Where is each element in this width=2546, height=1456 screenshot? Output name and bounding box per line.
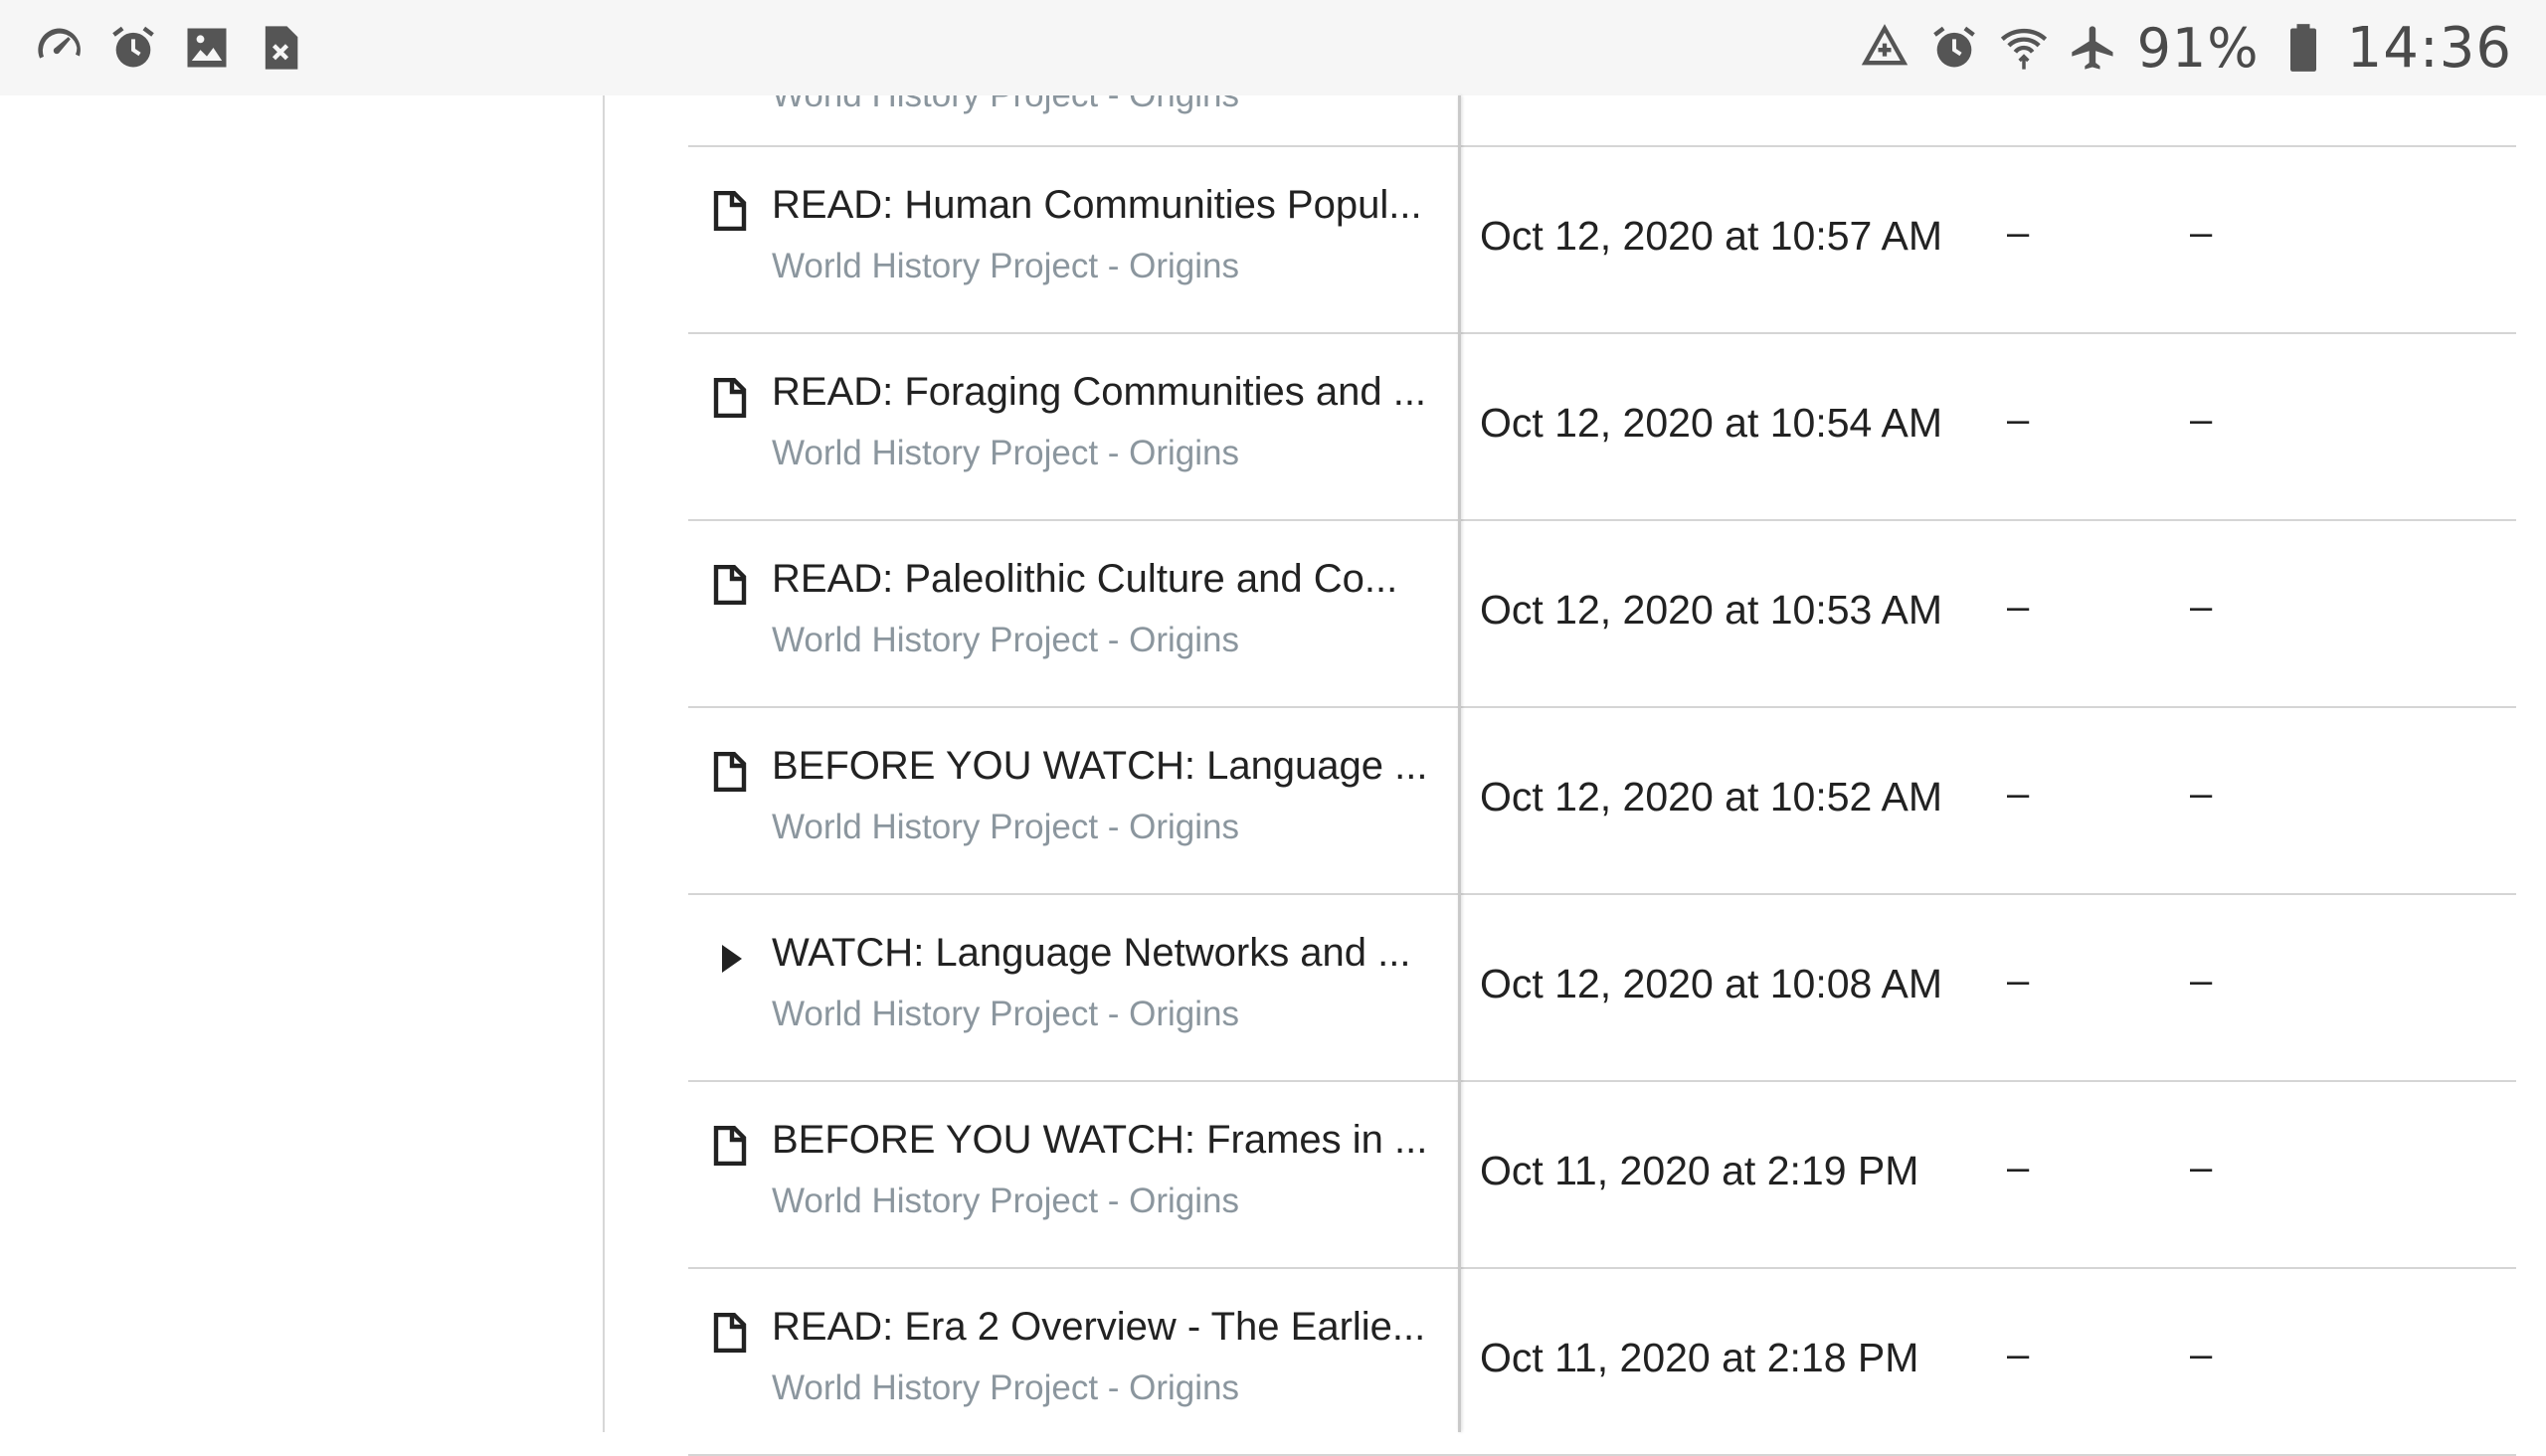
- table-row-partial[interactable]: World History Project - Origins: [688, 95, 2516, 147]
- row-value: –: [2007, 959, 2030, 1002]
- row-date: Oct 12, 2020 at 10:52 AM: [1480, 774, 1942, 819]
- row-title[interactable]: BEFORE YOU WATCH: Frames in ...: [772, 1118, 1458, 1163]
- document-icon: [712, 1312, 748, 1354]
- document-icon: [712, 377, 748, 419]
- document-icon: [712, 190, 748, 232]
- row-title[interactable]: READ: Foraging Communities and ...: [772, 370, 1458, 415]
- row-date: Oct 12, 2020 at 10:53 AM: [1480, 587, 1942, 633]
- alarm-icon: [107, 22, 159, 74]
- row-course-name: World History Project - Origins: [772, 1368, 1240, 1407]
- row-title[interactable]: READ: Human Communities Popul...: [772, 183, 1458, 228]
- row-value: –: [2007, 585, 2030, 629]
- row-value: –: [2190, 585, 2213, 629]
- status-bar-notifications: [0, 22, 306, 74]
- speedometer-icon: [34, 22, 86, 74]
- airplane-icon: [2068, 22, 2119, 74]
- row-title[interactable]: READ: Paleolithic Culture and Co...: [772, 557, 1458, 602]
- alarm-icon: [1928, 22, 1980, 74]
- file-error-icon: [255, 22, 306, 74]
- row-value: –: [2190, 772, 2213, 816]
- document-icon: [712, 751, 748, 793]
- row-title[interactable]: READ: Era 2 Overview - The Earlie...: [772, 1305, 1458, 1350]
- row-course-name: World History Project - Origins: [772, 434, 1240, 472]
- row-date: Oct 12, 2020 at 10:57 AM: [1480, 213, 1942, 259]
- battery-icon: [2277, 22, 2329, 74]
- document-icon: [712, 1125, 748, 1167]
- table-row[interactable]: BEFORE YOU WATCH: Frames in ... World Hi…: [688, 1082, 2516, 1269]
- clock: 14:36: [2346, 15, 2512, 81]
- document-icon: [712, 564, 748, 606]
- column-divider[interactable]: [1458, 95, 1461, 1432]
- wifi-icon: [1998, 22, 2050, 74]
- row-date: Oct 11, 2020 at 2:19 PM: [1480, 1148, 1919, 1193]
- status-bar: 91% 14:36: [0, 0, 2546, 95]
- row-value: –: [2190, 1333, 2213, 1376]
- row-value: –: [2007, 1146, 2030, 1189]
- table-row[interactable]: WATCH: Language Networks and ... World H…: [688, 895, 2516, 1082]
- row-value: –: [2190, 959, 2213, 1002]
- recent-activity-table: World History Project - Origins READ: Hu…: [688, 95, 2516, 1456]
- row-title[interactable]: WATCH: Language Networks and ...: [772, 931, 1458, 976]
- status-bar-system: 91% 14:36: [1859, 16, 2546, 81]
- row-value: –: [2190, 211, 2213, 255]
- row-title[interactable]: BEFORE YOU WATCH: Language ...: [772, 744, 1458, 789]
- left-navigation-pane: [0, 95, 605, 1432]
- battery-percentage: 91%: [2136, 16, 2260, 80]
- table-row[interactable]: BEFORE YOU WATCH: Language ... World His…: [688, 708, 2516, 895]
- row-course-name: World History Project - Origins: [772, 995, 1240, 1033]
- table-row[interactable]: READ: Human Communities Popul... World H…: [688, 147, 2516, 334]
- data-saver-icon: [1859, 22, 1910, 74]
- row-value: –: [2007, 1333, 2030, 1376]
- table-row[interactable]: READ: Era 2 Overview - The Earlie... Wor…: [688, 1269, 2516, 1456]
- play-icon: [712, 939, 748, 979]
- row-course-name: World History Project - Origins: [772, 621, 1240, 659]
- row-value: –: [2007, 398, 2030, 442]
- row-value: –: [2190, 1146, 2213, 1189]
- row-course-name: World History Project - Origins: [772, 1182, 1240, 1220]
- row-value: –: [2190, 398, 2213, 442]
- row-course-name: World History Project - Origins: [772, 247, 1240, 285]
- row-value: –: [2007, 211, 2030, 255]
- table-row[interactable]: READ: Paleolithic Culture and Co... Worl…: [688, 521, 2516, 708]
- row-course-name: World History Project - Origins: [772, 808, 1240, 846]
- row-date: Oct 11, 2020 at 2:18 PM: [1480, 1335, 1919, 1380]
- row-date: Oct 12, 2020 at 10:54 AM: [1480, 400, 1942, 446]
- row-date: Oct 12, 2020 at 10:08 AM: [1480, 961, 1942, 1006]
- row-value: –: [2007, 772, 2030, 816]
- row-course-name: World History Project - Origins: [772, 95, 1239, 115]
- gallery-icon: [181, 22, 233, 74]
- table-row[interactable]: READ: Foraging Communities and ... World…: [688, 334, 2516, 521]
